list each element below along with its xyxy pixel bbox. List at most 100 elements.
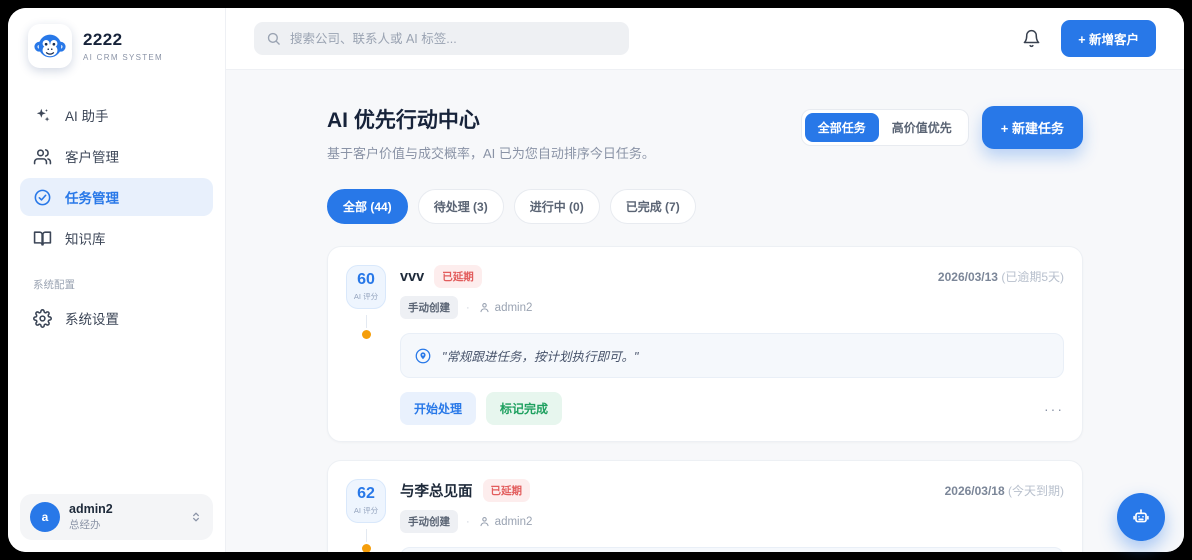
status-badge: 已延期: [483, 479, 531, 502]
status-filters: 全部 (44) 待处理 (3) 进行中 (0) 已完成 (7): [327, 189, 1083, 224]
sidebar-item-customers[interactable]: 客户管理: [20, 137, 213, 175]
more-options-button[interactable]: ···: [1044, 401, 1064, 417]
app-window: 2222 AI CRM SYSTEM AI 助手: [8, 8, 1184, 552]
meta-separator: ·: [466, 516, 470, 528]
new-task-button[interactable]: + 新建任务: [982, 106, 1083, 149]
page-title: AI 优先行动中心: [327, 104, 655, 134]
source-tag: 手动创建: [400, 296, 458, 319]
search-input[interactable]: [290, 32, 617, 46]
task-card-body: 与李总见面 已延期 2026/03/18 (今天到期) 手动创建 ·: [400, 479, 1064, 552]
due-date-value: 2026/03/18: [945, 484, 1005, 498]
brand-tagline: AI CRM SYSTEM: [83, 53, 163, 62]
add-customer-button[interactable]: + 新增客户: [1061, 20, 1156, 57]
filter-completed[interactable]: 已完成 (7): [610, 189, 696, 224]
filter-pending[interactable]: 待处理 (3): [418, 189, 504, 224]
task-title-row: 与李总见面 已延期 2026/03/18 (今天到期): [400, 479, 1064, 502]
user-info: admin2 总经办: [69, 502, 113, 532]
brand-name: 2222: [83, 30, 163, 50]
page-subtitle: 基于客户价值与成交概率，AI 已为您自动排序今日任务。: [327, 143, 655, 162]
task-title: vvv: [400, 269, 424, 285]
task-meta-row: 手动创建 · admin2: [400, 296, 1064, 319]
user-menu[interactable]: a admin2 总经办: [20, 494, 213, 540]
task-owner: admin2: [478, 301, 533, 314]
sidebar-item-label: 知识库: [65, 228, 106, 248]
due-date-note: (已逾期5天): [1001, 270, 1064, 284]
header-actions: 全部任务 高价值优先 + 新建任务: [801, 106, 1083, 149]
content-area: AI 优先行动中心 基于客户价值与成交概率，AI 已为您自动排序今日任务。 全部…: [226, 70, 1184, 552]
meta-separator: ·: [466, 302, 470, 314]
task-view-segmented-control: 全部任务 高价值优先: [801, 109, 969, 146]
person-icon: [478, 301, 491, 314]
task-list: 60 AI 评分 vvv 已延期 2026/03/13: [327, 246, 1083, 552]
ai-assistant-fab[interactable]: [1117, 493, 1165, 541]
book-icon: [33, 229, 52, 248]
score-column: 62 AI 评分: [346, 479, 386, 552]
due-date-value: 2026/03/13: [938, 270, 998, 284]
sidebar: 2222 AI CRM SYSTEM AI 助手: [8, 8, 226, 552]
task-actions-row: 开始处理 标记完成 ···: [400, 392, 1064, 425]
notifications-button[interactable]: [1022, 29, 1041, 48]
sidebar-item-label: AI 助手: [65, 105, 109, 125]
task-title-row: vvv 已延期 2026/03/13 (已逾期5天): [400, 265, 1064, 288]
ai-score-label: AI 评分: [354, 291, 378, 302]
sidebar-item-label: 客户管理: [65, 146, 119, 166]
filter-in-progress[interactable]: 进行中 (0): [514, 189, 600, 224]
chevron-up-down-icon: [189, 510, 203, 524]
check-circle-icon: [33, 188, 52, 207]
timeline-dot: [362, 330, 371, 339]
user-role: 总经办: [69, 517, 113, 532]
timeline-line: [366, 315, 367, 328]
ai-note-box: "111": [400, 547, 1064, 552]
task-due-date: 2026/03/13 (已逾期5天): [938, 268, 1064, 285]
monkey-logo-icon: [28, 24, 72, 68]
main-column: + 新增客户 AI 优先行动中心 基于客户价值与成交概率，AI 已为您自动排序今…: [226, 8, 1184, 552]
start-task-button[interactable]: 开始处理: [400, 392, 476, 425]
due-date-note: (今天到期): [1008, 484, 1064, 498]
sidebar-item-ai-assistant[interactable]: AI 助手: [20, 96, 213, 134]
ai-score-label: AI 评分: [354, 505, 378, 516]
timeline-dot: [362, 544, 371, 552]
search-icon: [266, 31, 281, 46]
task-card-body: vvv 已延期 2026/03/13 (已逾期5天) 手动创建 ·: [400, 265, 1064, 425]
ai-pin-icon: [414, 347, 432, 365]
task-owner: admin2: [478, 515, 533, 528]
brand-header: 2222 AI CRM SYSTEM: [20, 22, 213, 68]
robot-icon: [1130, 506, 1152, 528]
sidebar-item-knowledge-base[interactable]: 知识库: [20, 219, 213, 257]
ai-score-value: 60: [357, 272, 375, 288]
brand-text: 2222 AI CRM SYSTEM: [83, 30, 163, 62]
topbar-right: + 新增客户: [1022, 20, 1156, 57]
sidebar-nav: AI 助手 客户管理 任务管理: [20, 96, 213, 257]
segment-high-value[interactable]: 高价值优先: [879, 113, 965, 142]
ai-note-box: "常规跟进任务，按计划执行即可。": [400, 333, 1064, 378]
source-tag: 手动创建: [400, 510, 458, 533]
page-header: AI 优先行动中心 基于客户价值与成交概率，AI 已为您自动排序今日任务。 全部…: [327, 104, 1083, 162]
timeline-line: [366, 529, 367, 542]
sidebar-spacer: [20, 337, 213, 494]
global-search[interactable]: [254, 22, 629, 55]
bell-icon: [1022, 29, 1041, 48]
score-column: 60 AI 评分: [346, 265, 386, 425]
sidebar-item-label: 系统设置: [65, 308, 119, 328]
owner-name: admin2: [495, 516, 533, 528]
sidebar-item-tasks[interactable]: 任务管理: [20, 178, 213, 216]
task-card: 60 AI 评分 vvv 已延期 2026/03/13: [327, 246, 1083, 442]
mark-complete-button[interactable]: 标记完成: [486, 392, 562, 425]
ai-score-badge: 60 AI 评分: [346, 265, 386, 309]
ai-note-text: "常规跟进任务，按计划执行即可。": [442, 346, 638, 365]
sidebar-item-label: 任务管理: [65, 187, 119, 207]
segment-all-tasks[interactable]: 全部任务: [805, 113, 879, 142]
person-icon: [478, 515, 491, 528]
filter-all[interactable]: 全部 (44): [327, 189, 408, 224]
status-badge: 已延期: [434, 265, 482, 288]
ai-score-value: 62: [357, 486, 375, 502]
page-titles: AI 优先行动中心 基于客户价值与成交概率，AI 已为您自动排序今日任务。: [327, 104, 655, 162]
task-meta-row: 手动创建 · admin2: [400, 510, 1064, 533]
sidebar-item-settings[interactable]: 系统设置: [20, 299, 213, 337]
gear-icon: [33, 309, 52, 328]
sparkles-icon: [33, 106, 52, 125]
sidebar-section-label: 系统配置: [20, 257, 213, 299]
avatar: a: [30, 502, 60, 532]
owner-name: admin2: [495, 302, 533, 314]
task-card: 62 AI 评分 与李总见面 已延期 2026/03/18: [327, 460, 1083, 552]
